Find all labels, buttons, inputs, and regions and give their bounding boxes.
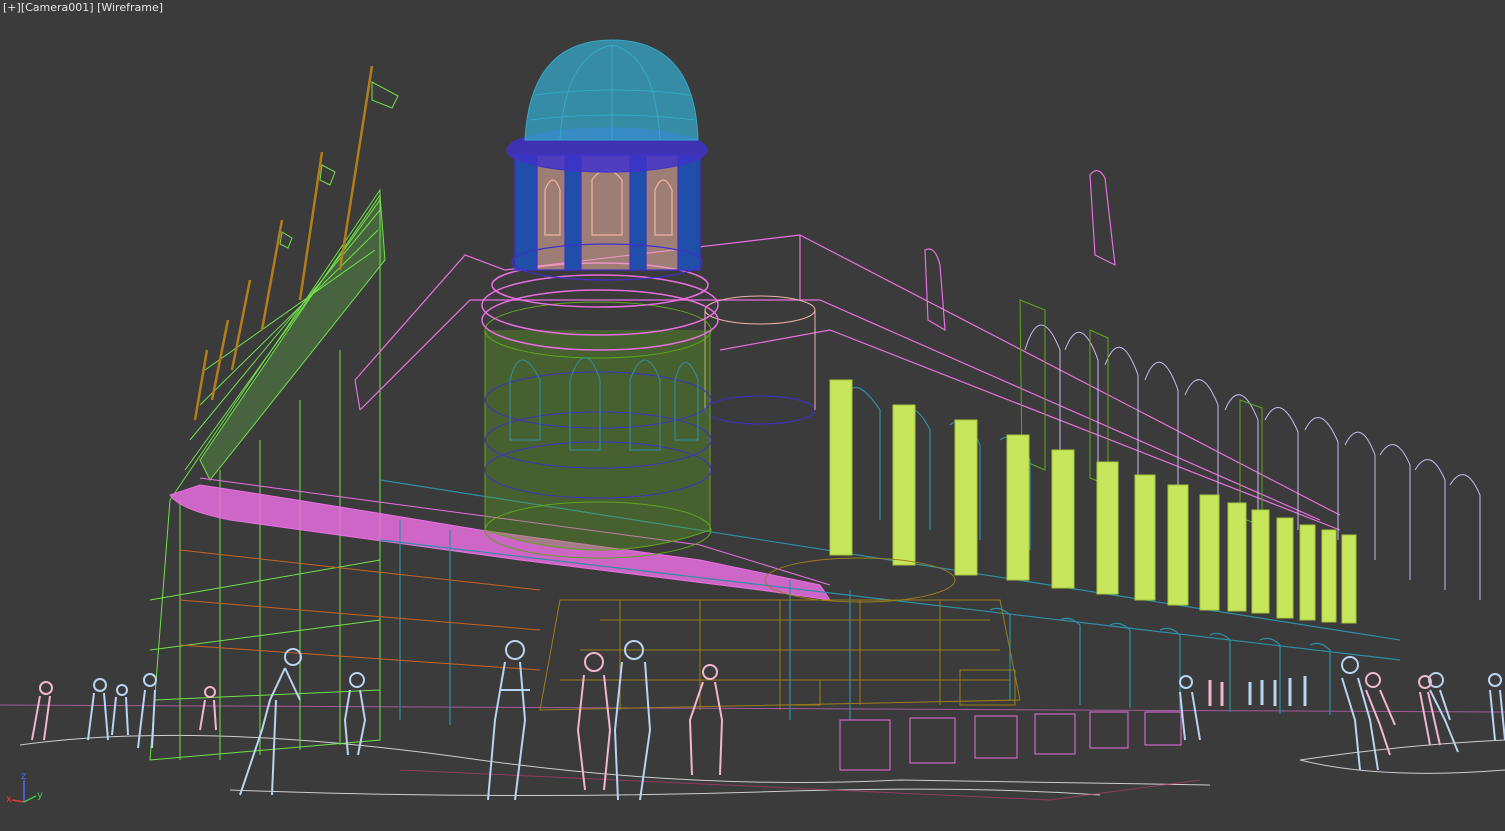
dome[interactable] [524,39,699,141]
tower-upper[interactable] [506,127,708,281]
x-axis-label: x [6,794,12,805]
person-figure [137,673,157,749]
axis-gizmo-icon: x y z [6,771,43,805]
person-figure [199,686,217,731]
orange-beams [179,549,541,671]
camera-selector[interactable]: [Camera001] [21,1,94,14]
person-figure [31,681,53,741]
wireframe-scene[interactable] [0,0,1505,831]
z-axis-label: z [21,771,26,782]
person-figure [1365,672,1396,756]
people-pink [31,652,1441,791]
person-figure [688,664,724,776]
person-figure [239,648,302,796]
left-facade[interactable] [149,188,386,761]
tower-lower-drum[interactable] [484,301,712,559]
viewport-label: [+][Camera001] [Wireframe] [3,1,163,14]
x-axis-line [11,799,25,803]
ground-lines [0,704,1505,801]
people-blue [87,640,1505,801]
viewport-canvas[interactable]: [+][Camera001] [Wireframe] x y z [0,0,1505,831]
person-figure [111,684,129,736]
shading-mode-selector[interactable]: [Wireframe] [97,1,163,14]
person-figure [576,652,612,791]
person-figure [1488,673,1505,741]
plinth-boxes [839,711,1182,771]
y-axis-label: y [37,790,43,801]
tower-rear-drum [704,295,816,425]
viewport-menu-button[interactable]: [+] [3,1,21,14]
y-axis-line [23,795,37,803]
person-figure [87,678,109,741]
person-figure [1179,675,1201,741]
